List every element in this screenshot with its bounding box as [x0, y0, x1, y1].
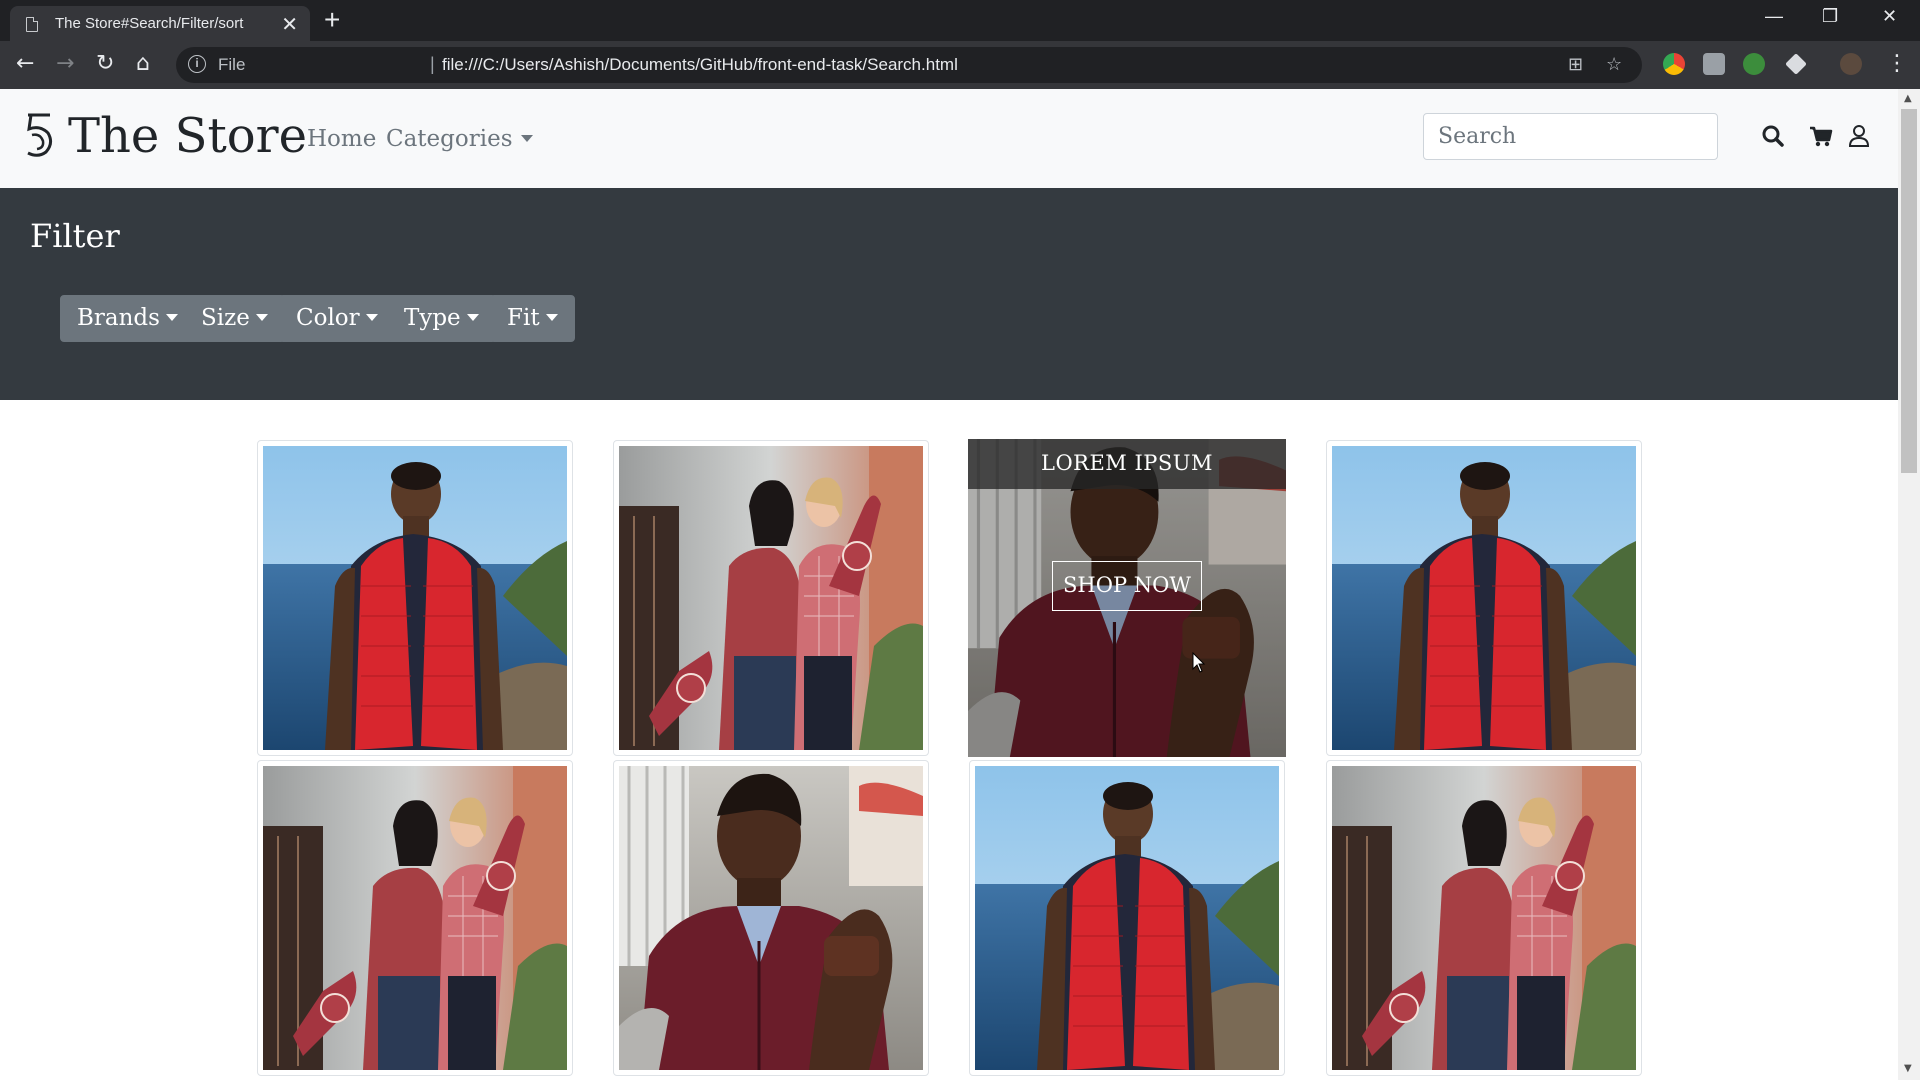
product-image	[263, 446, 567, 750]
browser-menu-icon[interactable]: ⋮	[1886, 51, 1908, 77]
info-icon[interactable]: i	[188, 55, 206, 73]
cart-icon[interactable]	[1808, 121, 1834, 151]
browser-tab-strip: The Store#Search/Filter/sort ✕ + — ❐ ✕	[0, 0, 1920, 41]
size-filter-button[interactable]: Size	[184, 295, 285, 342]
product-image	[975, 766, 1279, 1070]
brand-title[interactable]: The Store	[68, 107, 307, 165]
shop-now-button[interactable]: SHOP NOW	[1052, 561, 1202, 611]
search-input[interactable]	[1423, 113, 1718, 160]
page-scrollbar[interactable]: ▲ ▼	[1898, 89, 1920, 1080]
extension-icon[interactable]	[1663, 53, 1685, 75]
chevron-down-icon	[165, 314, 178, 321]
store-logo-icon[interactable]	[22, 111, 56, 159]
chevron-down-icon	[255, 314, 268, 321]
page-viewport: The Store Home Categories Filter Brands …	[0, 89, 1898, 1080]
product-image	[619, 766, 923, 1070]
url-text[interactable]: file:///C:/Users/Ashish/Documents/GitHub…	[442, 55, 958, 75]
chevron-down-icon	[365, 314, 378, 321]
product-card[interactable]	[1326, 760, 1642, 1076]
color-filter-label: Color	[296, 305, 360, 331]
product-card[interactable]	[613, 440, 929, 756]
document-icon	[26, 17, 38, 32]
extension-icon[interactable]	[1703, 53, 1725, 75]
product-card[interactable]	[257, 760, 573, 1076]
close-window-button[interactable]: ✕	[1882, 6, 1897, 27]
product-card[interactable]	[1326, 440, 1642, 756]
browser-tab[interactable]: The Store#Search/Filter/sort ✕	[10, 6, 310, 41]
chevron-down-icon	[466, 314, 479, 321]
extension-icon[interactable]	[1743, 53, 1765, 75]
product-overlay-title: LOREM IPSUM	[968, 439, 1286, 489]
tab-title: The Store#Search/Filter/sort	[55, 15, 244, 32]
tab-close-icon[interactable]: ✕	[281, 12, 298, 37]
home-icon[interactable]: ⌂	[136, 51, 150, 77]
brands-filter-button[interactable]: Brands	[60, 295, 195, 342]
new-tab-button[interactable]: +	[324, 5, 340, 35]
user-icon[interactable]	[1846, 121, 1872, 151]
color-filter-button[interactable]: Color	[279, 295, 395, 342]
scrollbar-thumb[interactable]	[1901, 109, 1917, 473]
product-card[interactable]	[257, 440, 573, 756]
mouse-cursor-icon	[1192, 652, 1206, 673]
forward-arrow-icon[interactable]: →	[56, 51, 74, 77]
reload-icon[interactable]: ↻	[96, 51, 114, 77]
product-image	[1332, 766, 1636, 1070]
scroll-up-arrow-icon[interactable]: ▲	[1904, 93, 1912, 104]
url-separator: |	[430, 54, 435, 74]
nav-home-link[interactable]: Home	[307, 124, 376, 154]
product-card[interactable]	[969, 760, 1285, 1076]
translate-icon[interactable]: ⊞	[1568, 54, 1583, 75]
filter-section: Filter Brands Size Color Type Fit	[0, 188, 1898, 400]
bookmark-star-icon[interactable]: ☆	[1606, 54, 1622, 75]
fit-filter-label: Fit	[507, 305, 540, 331]
restore-button[interactable]: ❐	[1822, 6, 1838, 27]
filter-heading: Filter	[30, 217, 120, 255]
back-arrow-icon[interactable]: ←	[16, 51, 34, 77]
nav-categories-label: Categories	[386, 126, 513, 152]
product-image	[1332, 446, 1636, 750]
chevron-down-icon	[545, 314, 558, 321]
minimize-button[interactable]: —	[1765, 6, 1783, 27]
brands-filter-label: Brands	[77, 305, 160, 331]
site-navbar: The Store Home Categories	[0, 89, 1898, 188]
profile-avatar[interactable]	[1840, 53, 1862, 75]
chevron-down-icon	[520, 135, 533, 142]
product-card[interactable]	[613, 760, 929, 1076]
product-image	[263, 766, 567, 1070]
type-filter-button[interactable]: Type	[387, 295, 496, 342]
search-icon[interactable]	[1760, 121, 1786, 151]
product-image	[619, 446, 923, 750]
nav-categories-dropdown[interactable]: Categories	[386, 124, 533, 154]
url-scheme-label: File	[218, 55, 246, 74]
scroll-down-arrow-icon[interactable]: ▼	[1904, 1063, 1912, 1074]
size-filter-label: Size	[201, 305, 250, 331]
product-card-hovered[interactable]: LOREM IPSUM SHOP NOW	[968, 439, 1286, 757]
type-filter-label: Type	[404, 305, 461, 331]
browser-toolbar: ← → ↻ ⌂ i File | file:///C:/Users/Ashish…	[0, 41, 1920, 89]
extension-icon[interactable]	[1785, 53, 1807, 75]
address-bar[interactable]: i File | file:///C:/Users/Ashish/Documen…	[176, 47, 1642, 83]
fit-filter-button[interactable]: Fit	[490, 295, 575, 342]
